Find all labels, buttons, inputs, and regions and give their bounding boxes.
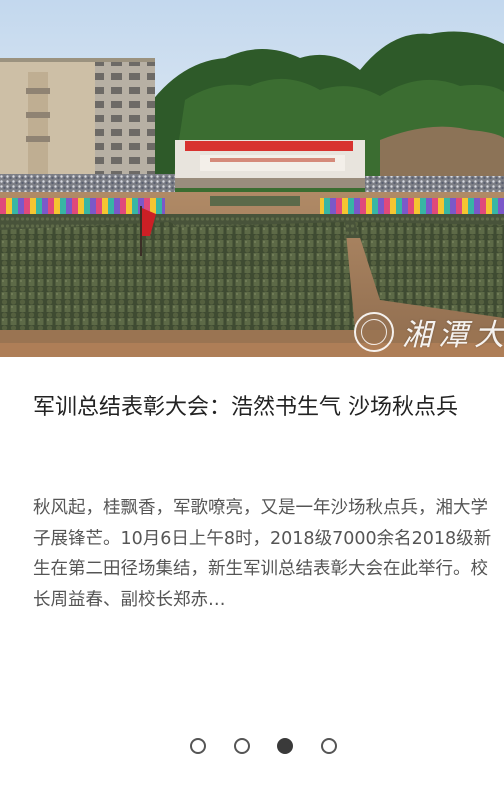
pager-dot-4[interactable] bbox=[321, 738, 337, 754]
carousel-pager bbox=[0, 736, 504, 758]
school-seal-icon bbox=[354, 312, 394, 352]
watermark-text: 湘潭大 bbox=[402, 318, 504, 353]
school-watermark: 湘潭大 bbox=[354, 310, 504, 354]
pager-dot-3[interactable] bbox=[277, 738, 293, 754]
article-title[interactable]: 军训总结表彰大会：浩然书生气 沙场秋点兵 bbox=[33, 390, 495, 426]
photo-illustration bbox=[0, 0, 504, 357]
article-summary: 秋风起，桂飘香，军歌嘹亮，又是一年沙场秋点兵，湘大学子展锋芒。10月6日上午8时… bbox=[33, 498, 492, 610]
pager-dot-2[interactable] bbox=[234, 738, 250, 754]
pager-dot-1[interactable] bbox=[190, 738, 206, 754]
article-photo[interactable]: 湘潭大 bbox=[0, 0, 504, 357]
news-card[interactable]: 湘潭大 军训总结表彰大会：浩然书生气 沙场秋点兵 秋风起，桂飘香，军歌嘹亮，又是… bbox=[0, 0, 504, 804]
